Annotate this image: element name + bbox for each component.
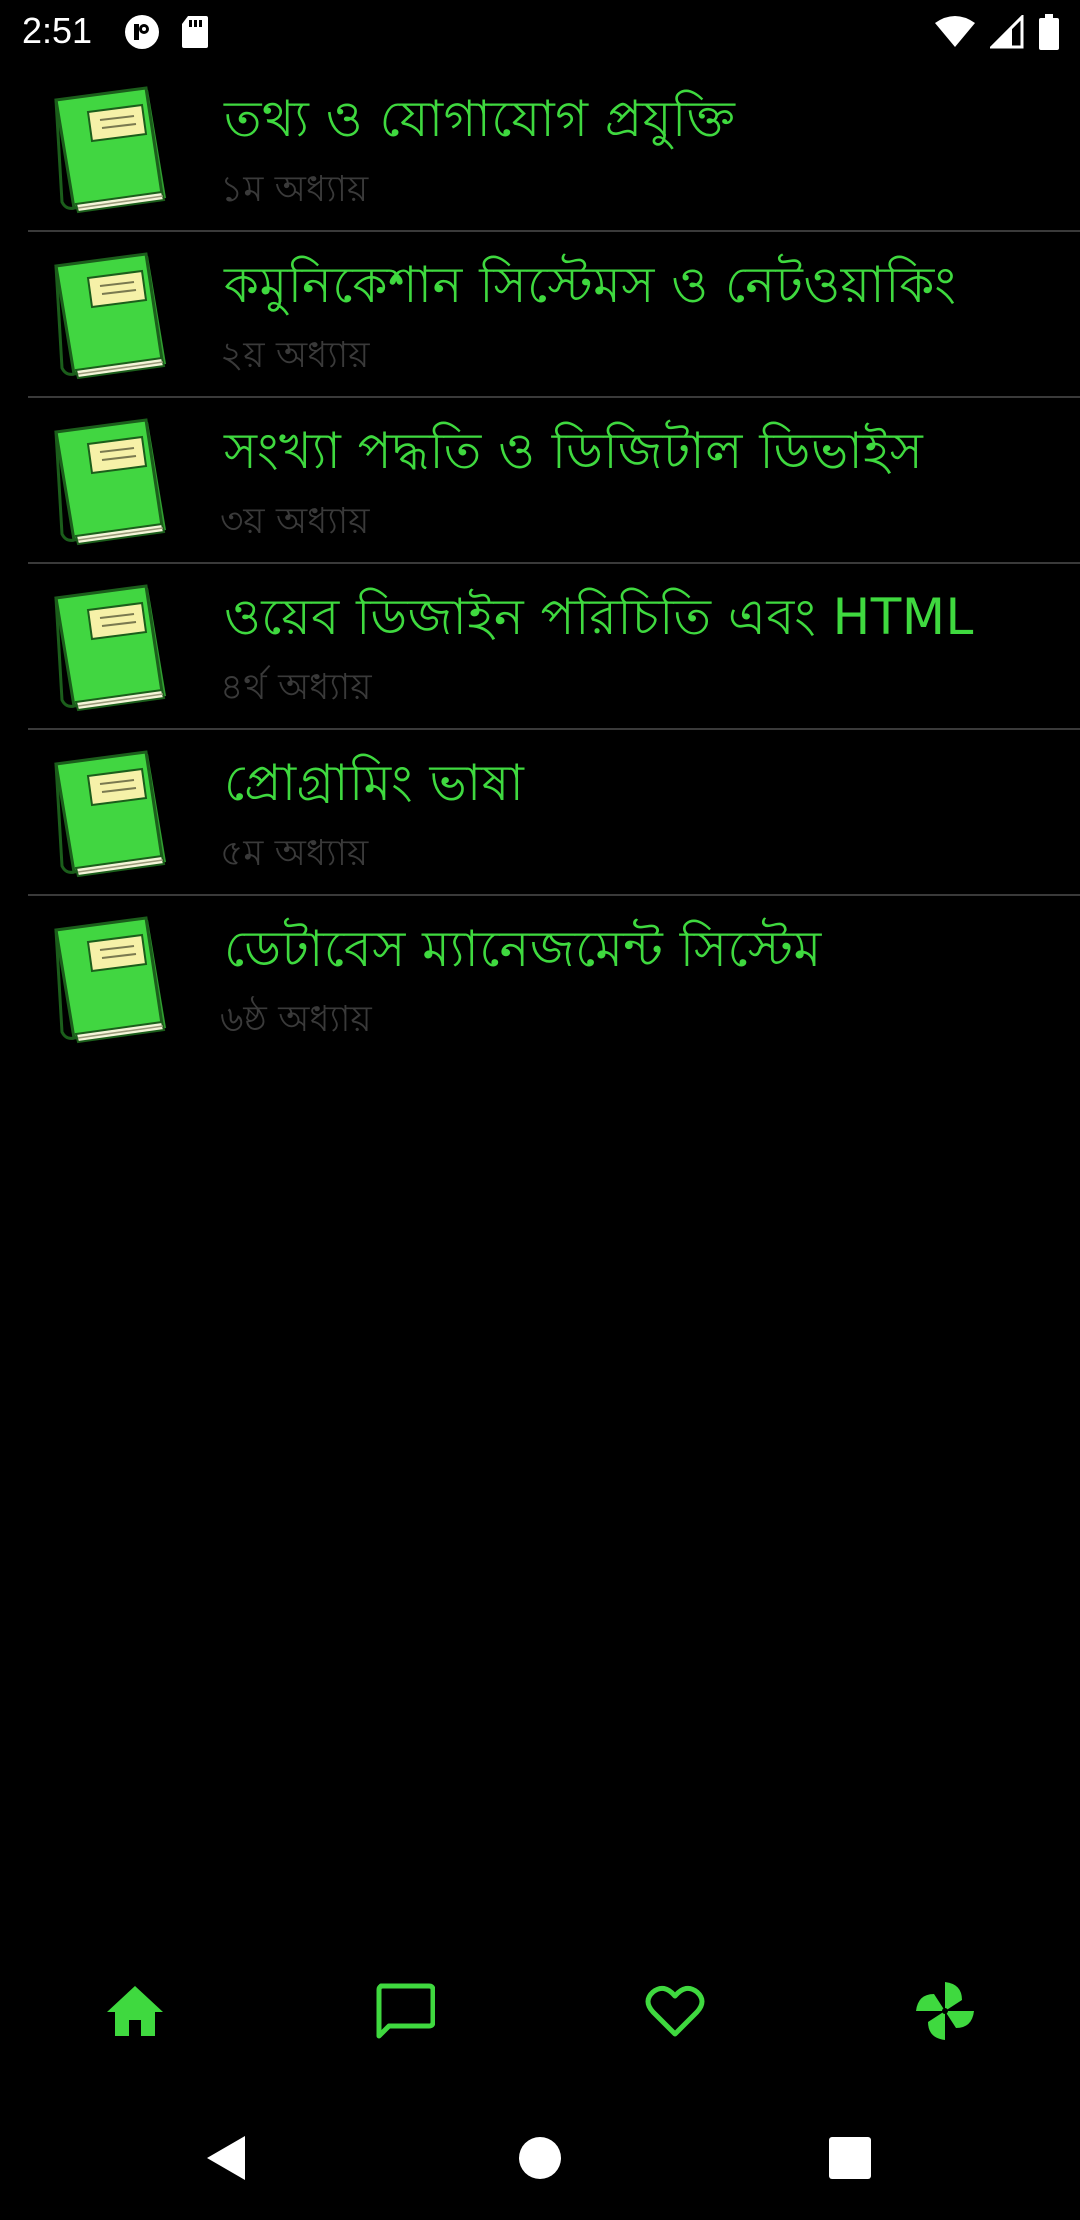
book-icon	[48, 246, 174, 382]
p-badge-icon	[122, 14, 162, 54]
back-triangle-icon	[203, 2134, 249, 2186]
status-right-icons	[934, 13, 1060, 54]
home-circle-icon	[518, 2136, 562, 2184]
nav-more-button[interactable]	[910, 1978, 980, 2048]
home-icon	[105, 1984, 165, 2042]
chapter-title: কমুনিকেশান সিস্টেমস ও নেটওয়াকিং	[224, 256, 957, 314]
status-time: 2:51	[22, 10, 93, 51]
chapter-title: ডেটাবেস ম্যানেজমেন্ট সিস্টেম	[224, 920, 822, 978]
list-item[interactable]: প্রোগ্রামিং ভাষা ৫ম অধ্যায়	[28, 730, 1080, 896]
chapter-number: ৩য় অধ্যায়	[220, 501, 370, 542]
chapter-number: ৬ষ্ঠ অধ্যায়	[220, 999, 372, 1040]
status-left-icons	[122, 14, 210, 54]
list-item[interactable]: ডেটাবেস ম্যানেজমেন্ট সিস্টেম ৬ষ্ঠ অধ্যায…	[28, 896, 1080, 1062]
chat-icon	[375, 1982, 436, 2044]
chapter-list: তথ্য ও যোগাযোগ প্রযুক্তি ১ম অধ্যায় কমুন…	[0, 66, 1080, 1062]
book-icon	[48, 744, 174, 880]
book-icon	[48, 910, 174, 1046]
status-bar: 2:51	[0, 0, 1080, 64]
wifi-icon	[934, 15, 976, 53]
book-icon	[48, 578, 174, 714]
nav-favorites-button[interactable]	[640, 1978, 710, 2048]
nav-home-button[interactable]	[100, 1978, 170, 2048]
battery-icon	[1038, 14, 1060, 54]
chapter-title: প্রোগ্রামিং ভাষা	[224, 754, 525, 812]
list-item[interactable]: কমুনিকেশান সিস্টেমস ও নেটওয়াকিং ২য় অধ্…	[28, 232, 1080, 398]
chapter-title: সংখ্যা পদ্ধতি ও ডিজিটাল ডিভাইস	[224, 422, 924, 480]
chapter-title: ওয়েব ডিজাইন পরিচিতি এবং HTML	[224, 588, 974, 646]
chapter-number: ৫ম অধ্যায়	[220, 833, 369, 874]
cell-signal-icon	[988, 13, 1024, 53]
home-system-button[interactable]	[512, 2132, 568, 2188]
chapter-number: ২য় অধ্যায়	[220, 335, 370, 376]
bottom-nav	[0, 1960, 1080, 2060]
back-button[interactable]	[198, 2132, 254, 2188]
heart-icon	[645, 1984, 705, 2042]
book-icon	[48, 80, 174, 216]
chapter-number: ১ম অধ্যায়	[220, 169, 369, 210]
list-item[interactable]: সংখ্যা পদ্ধতি ও ডিজিটাল ডিভাইস ৩য় অধ্যা…	[28, 398, 1080, 564]
chapter-number: ৪র্থ অধ্যায়	[220, 667, 372, 708]
nav-chat-button[interactable]	[370, 1978, 440, 2048]
pinwheel-icon	[914, 1980, 976, 2046]
list-item[interactable]: ওয়েব ডিজাইন পরিচিতি এবং HTML ৪র্থ অধ্যা…	[28, 564, 1080, 730]
chapter-title: তথ্য ও যোগাযোগ প্রযুক্তি	[224, 90, 736, 148]
sd-card-icon	[180, 14, 210, 54]
system-nav-bar	[0, 2100, 1080, 2220]
recents-button[interactable]	[822, 2132, 878, 2188]
book-icon	[48, 412, 174, 548]
list-item[interactable]: তথ্য ও যোগাযোগ প্রযুক্তি ১ম অধ্যায়	[28, 66, 1080, 232]
recents-square-icon	[828, 2136, 872, 2184]
